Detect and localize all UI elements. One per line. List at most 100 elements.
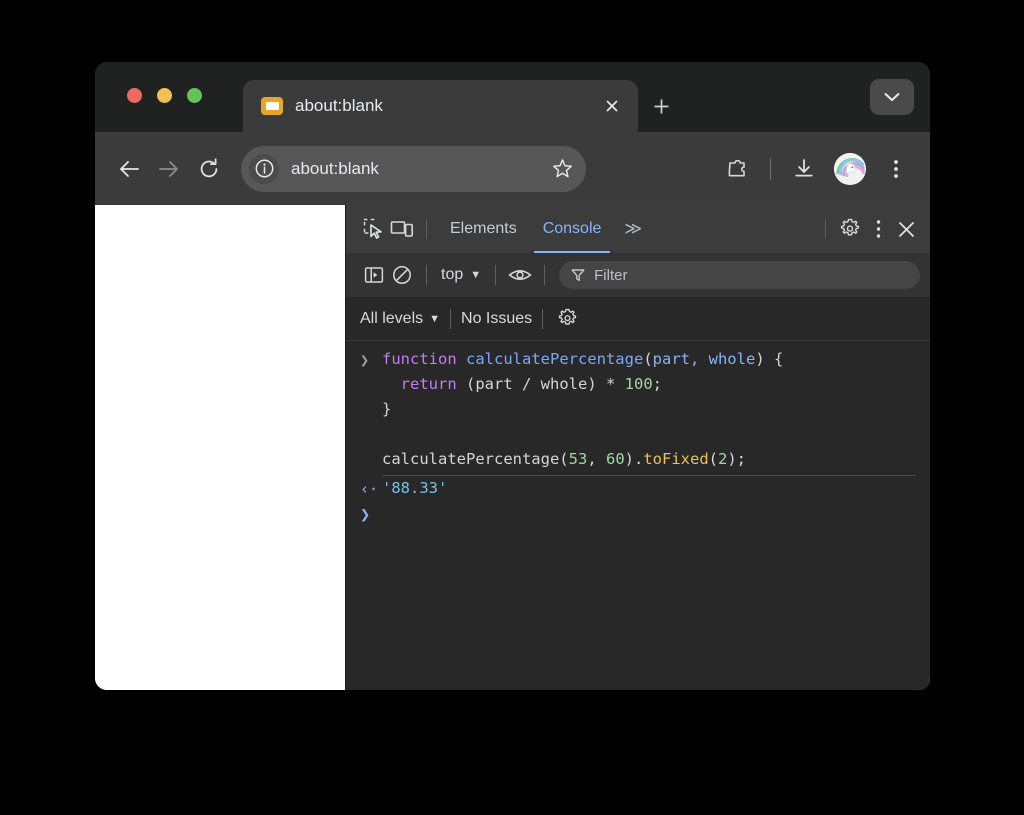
code-token: , (587, 450, 606, 468)
console-return-arrow-icon: ‹· (360, 480, 379, 498)
code-token: ( (708, 450, 718, 468)
content-area: Elements Console ≫ top ▼ Filter All leve… (95, 205, 930, 690)
forward-button[interactable] (149, 149, 189, 189)
console-code-line: } (382, 397, 916, 422)
show-console-sidebar-icon[interactable] (360, 261, 388, 289)
chevron-down-icon[interactable] (870, 79, 914, 115)
tab-elements-label: Elements (450, 220, 517, 237)
puzzle-piece-icon[interactable] (717, 149, 757, 189)
code-token: part, whole (652, 350, 756, 368)
code-token: (part / whole) * (456, 375, 625, 393)
issues-status[interactable]: No Issues (461, 310, 532, 328)
live-expression-eye-icon[interactable] (506, 261, 534, 289)
log-levels-selector[interactable]: All levels ▼ (360, 310, 440, 328)
filter-funnel-icon (571, 268, 585, 282)
reload-button[interactable] (189, 149, 229, 189)
console-code-line: function calculatePercentage(part, whole… (382, 347, 916, 372)
tab-title: about:blank (295, 96, 383, 115)
console-log[interactable]: ❯ function calculatePercentage(part, whol… (346, 341, 930, 690)
window-close-button[interactable] (127, 88, 142, 103)
console-code-line (382, 502, 916, 527)
console-toolbar: top ▼ Filter (346, 253, 930, 297)
console-output-row: ‹· '88.33' (346, 476, 930, 502)
toolbar-actions (717, 149, 916, 189)
console-toolbar-divider-3 (544, 265, 546, 285)
window-maximize-button[interactable] (187, 88, 202, 103)
download-icon[interactable] (784, 149, 824, 189)
console-subbar-divider (450, 308, 452, 329)
code-token: function (382, 350, 466, 368)
code-token: ) { (755, 350, 784, 368)
devtools-tabbar-divider-2 (825, 219, 826, 239)
blank-page-favicon (261, 97, 283, 115)
code-token: '88.33' (382, 479, 448, 497)
console-prompt-row[interactable]: ❯ (346, 502, 930, 528)
address-bar-text: about:blank (291, 158, 379, 178)
code-token: 100 (624, 375, 653, 393)
console-input-row: ❯ function calculatePercentage(part, whol… (346, 347, 930, 472)
gear-icon[interactable] (836, 215, 864, 243)
browser-window: about:blank about:blank Elements Console… (95, 62, 930, 690)
console-toolbar-divider (426, 265, 427, 285)
inspect-element-icon[interactable] (360, 215, 388, 243)
code-token: calculatePercentage (466, 350, 644, 368)
three-dot-menu-icon[interactable] (864, 215, 892, 243)
console-code-line: return (part / whole) * 100; (382, 372, 916, 397)
chevron-down-icon: ▼ (470, 269, 482, 281)
unicorn-rainbow-avatar[interactable] (834, 152, 866, 185)
console-subbar: All levels ▼ No Issues (346, 297, 930, 341)
star-icon[interactable] (546, 153, 578, 185)
close-icon[interactable] (600, 94, 624, 118)
code-token: return (400, 375, 457, 393)
console-code-line: calculatePercentage(53, 60).toFixed(2); (382, 447, 916, 472)
back-button[interactable] (109, 149, 149, 189)
address-bar[interactable]: about:blank (241, 145, 586, 192)
execution-context-value: top (441, 266, 464, 283)
console-prompt-chevron-icon: ❯ (360, 351, 370, 369)
more-tabs-button[interactable]: ≫ (614, 205, 652, 253)
info-circle-icon[interactable] (249, 153, 279, 184)
code-token: ). (624, 450, 644, 468)
more-tabs-label: ≫ (624, 219, 643, 238)
console-code-line (382, 422, 916, 447)
execution-context-selector[interactable]: top ▼ (437, 266, 485, 284)
clear-console-icon[interactable] (388, 261, 416, 289)
console-prompt-text (382, 502, 916, 528)
window-minimize-button[interactable] (157, 88, 172, 103)
gear-icon[interactable] (553, 305, 581, 333)
console-prompt-chevron-icon: ❯ (360, 505, 371, 525)
console-toolbar-divider-2 (495, 265, 497, 285)
toolbar-divider (770, 157, 771, 180)
console-output-text: '88.33' (382, 476, 916, 502)
code-token: 53 (568, 450, 588, 468)
tab-elements[interactable]: Elements (437, 205, 530, 253)
code-token: calculatePercentage( (382, 450, 569, 468)
devtools-panel: Elements Console ≫ top ▼ Filter All leve… (345, 205, 930, 690)
browser-tab-about-blank[interactable]: about:blank (243, 80, 638, 132)
tab-console[interactable]: Console (530, 205, 615, 253)
console-input-text: function calculatePercentage(part, whole… (382, 347, 916, 472)
code-token: 2 (718, 450, 728, 468)
code-token: } (382, 400, 392, 418)
tab-strip: about:blank (95, 62, 930, 132)
chevron-down-icon: ▼ (429, 312, 441, 325)
page-viewport[interactable] (95, 205, 345, 690)
devtools-tabbar: Elements Console ≫ (346, 205, 930, 253)
new-tab-button[interactable] (638, 80, 684, 132)
device-toolbar-icon[interactable] (388, 215, 416, 243)
navigation-toolbar: about:blank (95, 132, 930, 205)
devtools-tabbar-actions (815, 215, 920, 243)
three-dot-menu-icon[interactable] (876, 149, 916, 189)
console-filter-placeholder: Filter (594, 266, 628, 284)
console-filter-input[interactable]: Filter (559, 261, 920, 289)
close-icon[interactable] (892, 215, 920, 243)
console-subbar-divider-2 (542, 308, 544, 329)
tab-row: about:blank (243, 80, 684, 132)
console-code-line: '88.33' (382, 476, 916, 501)
code-token: ( (643, 350, 653, 368)
code-token: toFixed (643, 450, 709, 468)
window-traffic-lights (127, 88, 202, 103)
devtools-tabbar-divider (426, 219, 427, 239)
code-token: ; (652, 375, 662, 393)
